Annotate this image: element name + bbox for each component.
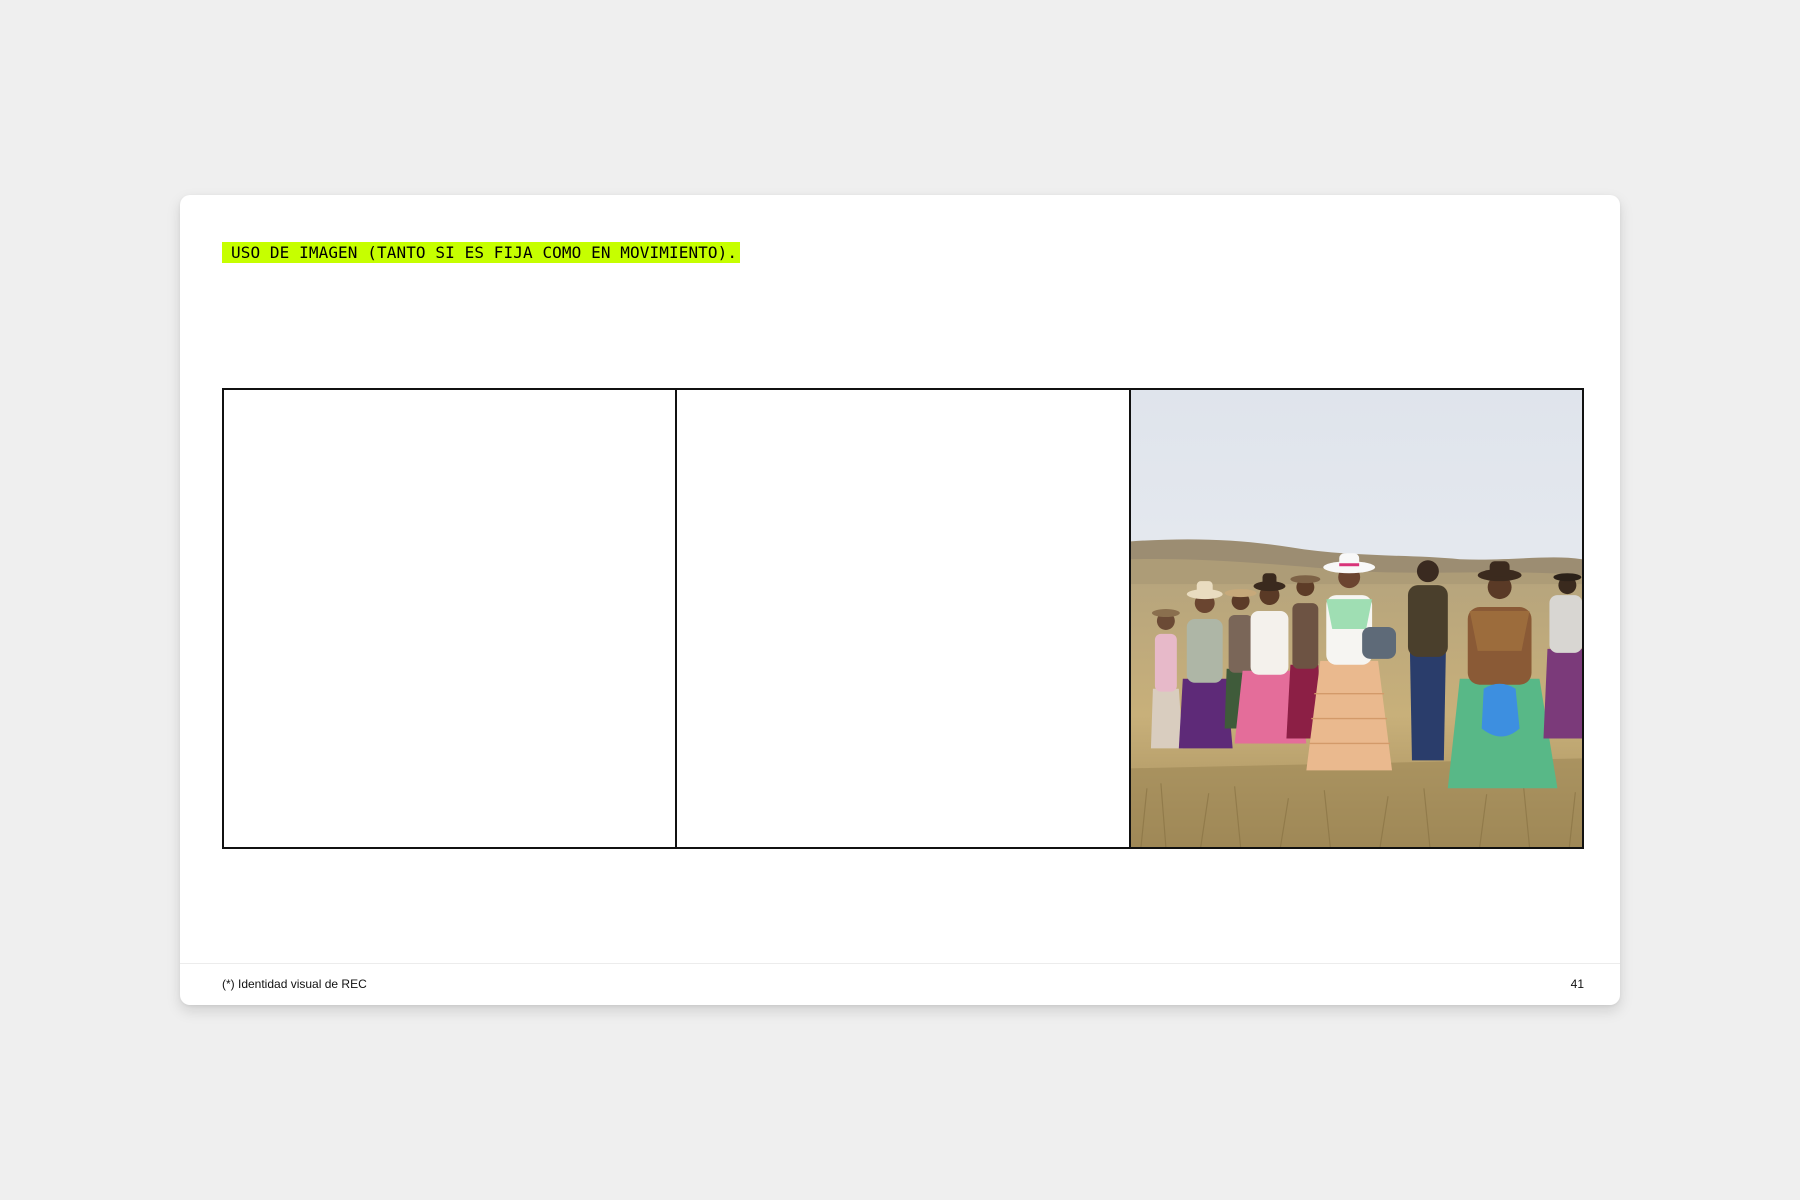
footer-divider <box>180 963 1620 964</box>
image-panel-2-empty <box>675 390 1129 847</box>
image-panel-1-empty <box>224 390 676 847</box>
footer-note: (*) Identidad visual de REC <box>222 977 367 991</box>
photo-group-of-women-in-highland-field <box>1130 390 1582 847</box>
section-heading: USO DE IMAGEN (TANTO SI ES FIJA COMO EN … <box>222 242 741 263</box>
image-panel-3-photo <box>1128 390 1582 847</box>
image-panels-grid <box>222 388 1584 849</box>
document-page: USO DE IMAGEN (TANTO SI ES FIJA COMO EN … <box>180 195 1620 1005</box>
page-number: 41 <box>1570 977 1584 991</box>
